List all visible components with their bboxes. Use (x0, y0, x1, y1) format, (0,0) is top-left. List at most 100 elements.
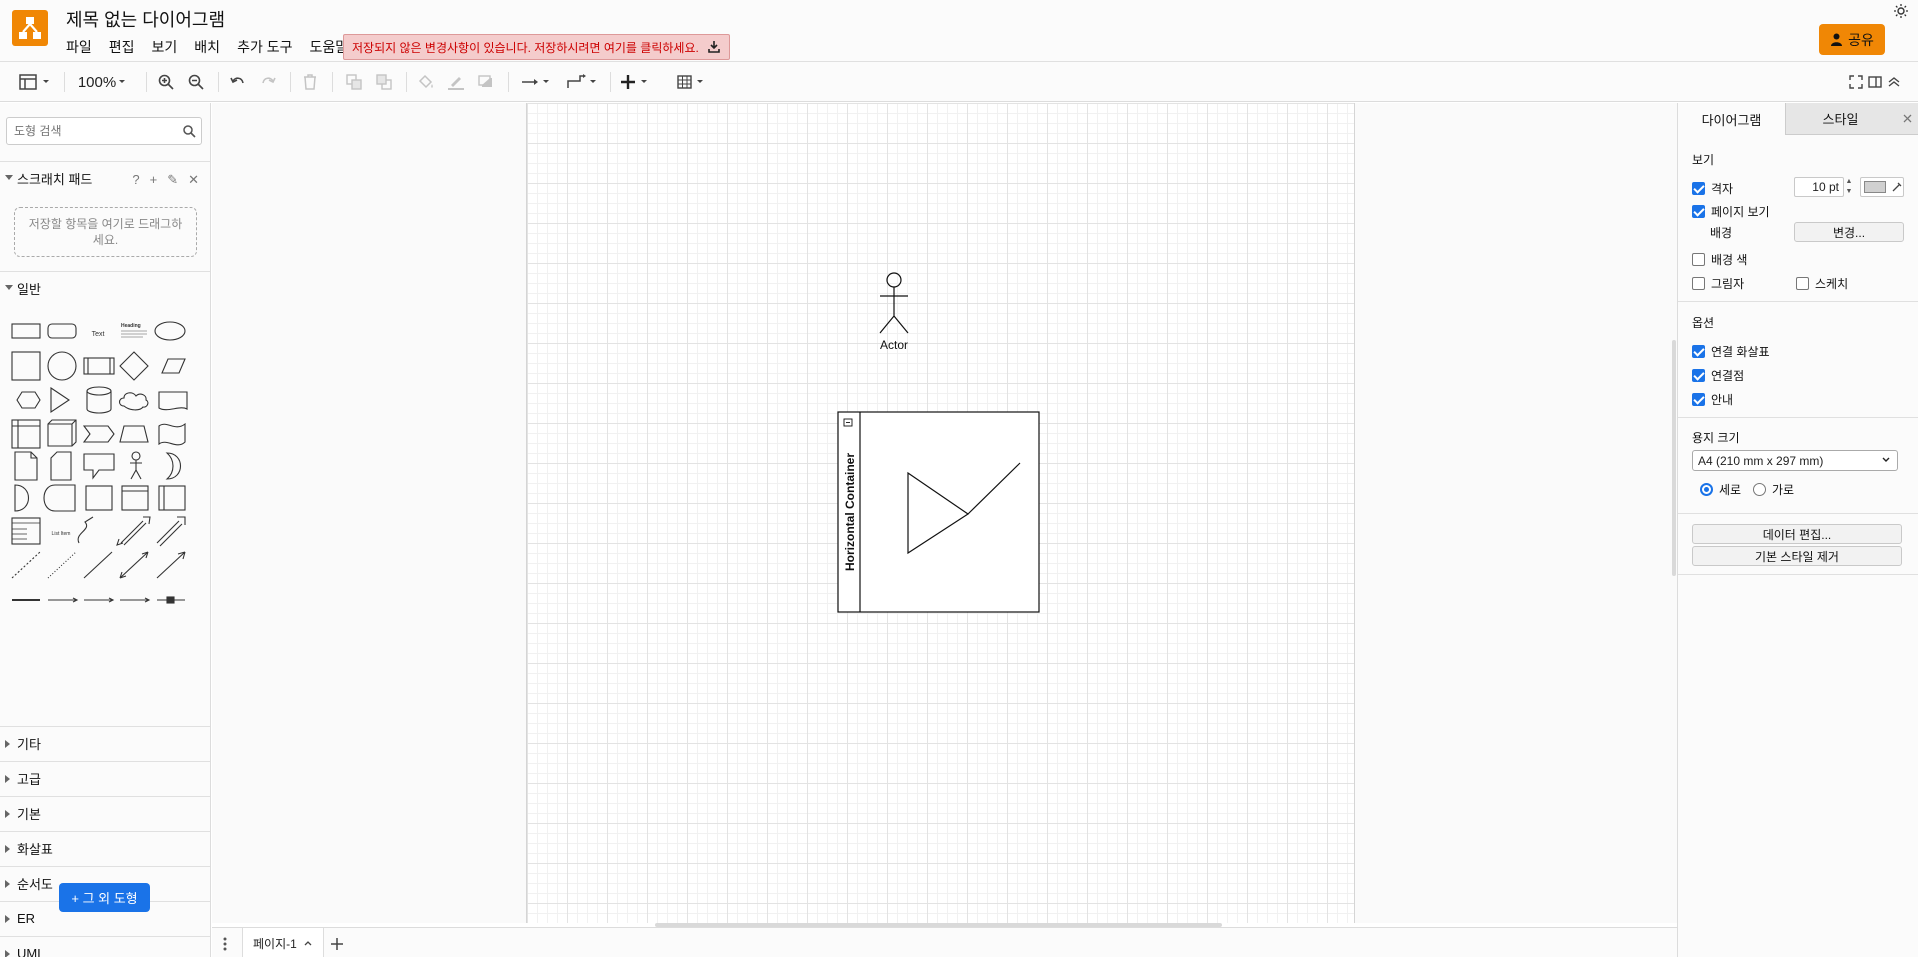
background-color-option[interactable]: 배경 색 (1692, 251, 1747, 268)
shape-connector-2-labels[interactable] (84, 597, 115, 603)
shape-trapezoid[interactable] (119, 425, 149, 443)
menu-view[interactable]: 보기 (152, 37, 187, 57)
close-panel-button[interactable] (1895, 103, 1918, 135)
shape-container-side[interactable] (158, 485, 186, 511)
sun-icon[interactable] (1893, 3, 1909, 19)
section-uml[interactable]: UML (0, 936, 210, 957)
container-label[interactable]: Horizontal Container (843, 453, 857, 571)
page-view-checkbox[interactable] (1692, 205, 1705, 218)
insert-dropdown[interactable] (620, 70, 654, 94)
shape-directional-connector[interactable] (156, 551, 186, 579)
page-view-option[interactable]: 페이지 보기 (1692, 203, 1770, 220)
zoom-in-button[interactable] (154, 70, 178, 94)
sketch-checkbox[interactable] (1796, 277, 1809, 290)
shape-callout[interactable] (83, 453, 115, 480)
format-panel-toggle[interactable] (18, 70, 54, 94)
zoom-out-button[interactable] (184, 70, 208, 94)
landscape-radio[interactable] (1753, 483, 1766, 496)
shape-container-header[interactable] (121, 485, 149, 511)
connection-arrows-checkbox[interactable] (1692, 345, 1705, 358)
shape-document[interactable] (158, 391, 188, 411)
shadow-checkbox[interactable] (1692, 277, 1705, 290)
scratchpad-drop-zone[interactable]: 저장할 항목을 여기로 드래그하세요. (14, 207, 197, 257)
portrait-radio[interactable] (1700, 483, 1713, 496)
vertical-scrollbar[interactable] (1672, 340, 1676, 576)
section-general[interactable]: 일반 (0, 271, 210, 305)
shape-diamond[interactable] (119, 351, 149, 381)
shape-rounded-rectangle[interactable] (47, 323, 77, 339)
shape-cloud[interactable] (118, 392, 149, 411)
shape-bidirectional-arrow[interactable] (116, 516, 151, 546)
connection-points-option[interactable]: 연결점 (1692, 367, 1744, 384)
landscape-option[interactable]: 가로 (1753, 481, 1794, 498)
shape-delay[interactable] (14, 484, 30, 512)
fullscreen-button[interactable] (1847, 70, 1865, 94)
portrait-option[interactable]: 세로 (1700, 481, 1741, 498)
connection-points-checkbox[interactable] (1692, 369, 1705, 382)
shape-step[interactable] (82, 425, 115, 443)
shape-cylinder[interactable] (86, 386, 112, 414)
paper-size-select[interactable]: A4 (210 mm x 297 mm) (1692, 450, 1898, 471)
scratchpad-help-icon[interactable]: ? (132, 172, 139, 188)
guides-checkbox[interactable] (1692, 393, 1705, 406)
page-tab-1[interactable]: 페이지-1 (242, 928, 324, 957)
chevron-up-icon[interactable] (303, 939, 313, 947)
edit-data-button[interactable]: 데이터 편집... (1692, 524, 1902, 544)
shape-dashed-line[interactable] (11, 551, 41, 579)
diagram-page[interactable]: Actor Horizontal Container (526, 103, 1355, 923)
shape-actor[interactable] (131, 451, 141, 461)
connection-style-dropdown[interactable] (520, 70, 554, 94)
grid-size-input[interactable]: 10 pt (1794, 177, 1844, 197)
scratchpad-edit-icon[interactable]: ✎ (167, 172, 178, 188)
zoom-dropdown[interactable]: 100% (72, 70, 134, 94)
more-shapes-button[interactable]: + 그 외 도형 (59, 883, 150, 912)
shape-connector-3-labels[interactable] (120, 597, 151, 603)
menu-file[interactable]: 파일 (66, 37, 101, 57)
shape-search-input[interactable] (7, 118, 167, 144)
to-front-button[interactable] (342, 70, 366, 94)
shape-bidirectional-connector[interactable] (119, 551, 149, 579)
shape-list[interactable] (11, 517, 41, 545)
shape-rectangle[interactable] (11, 323, 41, 339)
fill-color-button[interactable] (414, 70, 438, 94)
background-change-button[interactable]: 변경... (1794, 222, 1904, 242)
delete-button[interactable] (298, 70, 322, 94)
shape-circle[interactable] (47, 351, 77, 381)
diagram-canvas[interactable]: Actor Horizontal Container (212, 103, 1677, 923)
shape-line[interactable] (83, 551, 113, 579)
waypoints-dropdown[interactable] (566, 70, 600, 94)
collapse-toolbar-button[interactable] (1885, 70, 1903, 94)
shape-square[interactable] (11, 351, 41, 381)
shape-display[interactable] (43, 484, 76, 512)
shape-heading[interactable]: Heading (121, 323, 141, 329)
shape-triangle[interactable] (50, 386, 70, 414)
shape-arrow[interactable] (156, 516, 186, 547)
grid-color-picker[interactable] (1860, 177, 1904, 197)
shape-dotted-line[interactable] (47, 551, 77, 579)
tab-diagram[interactable]: 다이어그램 (1678, 103, 1785, 135)
shadow-button[interactable] (474, 70, 498, 94)
shadow-option[interactable]: 그림자 (1692, 275, 1744, 292)
shape-swimlane[interactable] (11, 419, 41, 449)
scratchpad-close-icon[interactable]: ✕ (188, 172, 199, 188)
grid-size-stepper[interactable]: ▲ ▼ (1844, 177, 1854, 197)
shape-curve[interactable] (77, 516, 94, 544)
shape-card[interactable] (50, 451, 72, 481)
document-title[interactable]: 제목 없는 다이어그램 (66, 6, 225, 32)
sketch-option[interactable]: 스케치 (1796, 275, 1848, 292)
unsaved-changes-banner[interactable]: 저장되지 않은 변경사항이 있습니다. 저장하시려면 여기를 클릭하세요. (343, 34, 730, 60)
more-vertical-icon[interactable] (222, 936, 228, 952)
shape-tape[interactable] (158, 422, 186, 446)
guides-option[interactable]: 안내 (1692, 391, 1733, 408)
share-button[interactable]: 공유 (1819, 24, 1885, 55)
shape-text[interactable]: Text (92, 331, 105, 338)
tab-style[interactable]: 스타일 (1785, 103, 1895, 135)
to-back-button[interactable] (372, 70, 396, 94)
shape-ellipse[interactable] (154, 321, 186, 341)
connection-arrows-option[interactable]: 연결 화살표 (1692, 343, 1770, 360)
scratchpad-add-icon[interactable]: + (150, 172, 158, 188)
shape-connector-label[interactable] (48, 597, 79, 603)
shape-or[interactable] (165, 452, 182, 480)
menu-extras[interactable]: 추가 도구 (237, 37, 301, 57)
line-color-button[interactable] (444, 70, 468, 94)
